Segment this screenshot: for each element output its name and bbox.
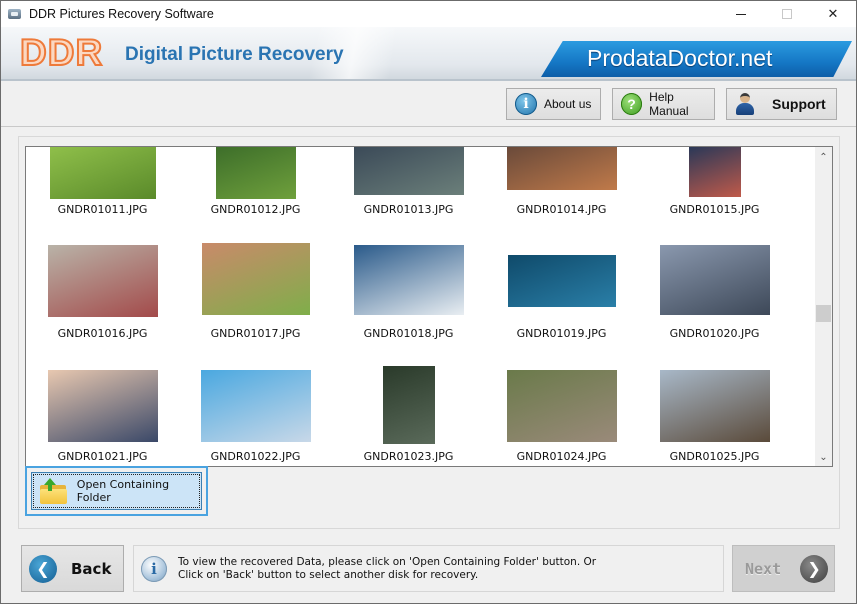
image-thumbnail[interactable]: [50, 147, 156, 199]
app-icon: [7, 7, 23, 21]
image-thumbnail[interactable]: [202, 243, 310, 315]
window-title: DDR Pictures Recovery Software: [29, 7, 214, 21]
chevron-down-icon: ⌄: [819, 452, 828, 463]
product-title: Digital Picture Recovery: [125, 44, 344, 65]
image-filename: GNDR01021.JPG: [57, 450, 148, 463]
chevron-left-icon: ❮: [29, 554, 57, 583]
image-thumbnail[interactable]: [216, 147, 296, 199]
minimize-button[interactable]: [718, 1, 764, 27]
image-thumbnail[interactable]: [48, 245, 158, 317]
maximize-icon: [782, 9, 792, 19]
image-thumbnail[interactable]: [507, 370, 617, 442]
minimize-icon: [736, 13, 746, 15]
help-manual-button[interactable]: ? Help Manual: [612, 88, 715, 120]
image-filename: GNDR01016.JPG: [57, 327, 148, 340]
brand-link[interactable]: ProdataDoctor.net: [587, 45, 772, 72]
info-message-box: i To view the recovered Data, please cli…: [133, 545, 724, 592]
support-button[interactable]: Support: [726, 88, 837, 120]
image-filename: GNDR01020.JPG: [669, 327, 760, 340]
about-us-button[interactable]: i About us: [506, 88, 601, 120]
image-thumbnail[interactable]: [508, 255, 616, 307]
image-filename: GNDR01022.JPG: [210, 450, 301, 463]
back-button[interactable]: ❮ Back: [21, 545, 124, 592]
help-manual-label: Help Manual: [649, 90, 689, 118]
banner-divider: [1, 79, 856, 81]
image-filename: GNDR01014.JPG: [516, 203, 607, 216]
image-filename: GNDR01019.JPG: [516, 327, 607, 340]
vertical-scrollbar[interactable]: ⌃ ⌄: [815, 147, 832, 466]
image-thumbnail[interactable]: [689, 147, 741, 197]
scrollbar-thumb[interactable]: [816, 305, 831, 322]
open-containing-folder-button[interactable]: Open Containing Folder: [25, 466, 208, 516]
image-thumbnail[interactable]: [354, 245, 464, 315]
question-icon: ?: [621, 93, 643, 115]
toolbar-divider: [1, 126, 856, 127]
app-window: DDR Pictures Recovery Software ✕ DDR Dig…: [0, 0, 857, 604]
image-thumbnail[interactable]: [507, 147, 617, 190]
next-label: Next: [745, 559, 782, 578]
image-filename: GNDR01017.JPG: [210, 327, 301, 340]
info-text-line-2: Click on 'Back' button to select another…: [178, 568, 479, 581]
image-filename: GNDR01012.JPG: [210, 203, 301, 216]
next-button[interactable]: Next ❯: [732, 545, 835, 592]
title-bar: DDR Pictures Recovery Software ✕: [1, 1, 856, 27]
image-thumbnail[interactable]: [48, 370, 158, 442]
scroll-up-button[interactable]: ⌃: [815, 149, 832, 166]
header-banner: DDR Digital Picture Recovery ProdataDoct…: [1, 27, 856, 81]
image-filename: GNDR01023.JPG: [363, 450, 454, 463]
ddr-logo: DDR: [19, 32, 104, 74]
info-icon: i: [141, 555, 167, 582]
image-thumbnail[interactable]: [660, 245, 770, 315]
chevron-right-icon: ❯: [800, 554, 829, 583]
image-filename: GNDR01025.JPG: [669, 450, 760, 463]
scroll-down-button[interactable]: ⌄: [815, 449, 832, 466]
image-filename: GNDR01018.JPG: [363, 327, 454, 340]
chevron-up-icon: ⌃: [819, 152, 828, 163]
about-us-label: About us: [544, 97, 592, 111]
support-person-icon: [736, 93, 754, 115]
image-filename: GNDR01013.JPG: [363, 203, 454, 216]
maximize-button[interactable]: [764, 1, 810, 27]
image-filename: GNDR01024.JPG: [516, 450, 607, 463]
image-thumbnail[interactable]: [354, 147, 464, 195]
back-label: Back: [71, 559, 112, 578]
image-thumbnail[interactable]: [201, 370, 311, 442]
close-button[interactable]: ✕: [810, 1, 856, 27]
image-filename: GNDR01011.JPG: [57, 203, 148, 216]
image-thumbnail[interactable]: [383, 366, 435, 444]
folder-open-icon: [40, 478, 67, 504]
recovered-images-grid[interactable]: GNDR01011.JPG GNDR01012.JPG GNDR01013.JPG G…: [25, 146, 833, 467]
info-text-line-1: To view the recovered Data, please click…: [178, 555, 597, 568]
close-icon: ✕: [827, 6, 839, 22]
image-thumbnail[interactable]: [660, 370, 770, 442]
info-icon: i: [515, 93, 537, 115]
support-label: Support: [772, 96, 826, 112]
image-filename: GNDR01015.JPG: [669, 203, 760, 216]
open-containing-folder-label: Open Containing Folder: [76, 478, 170, 504]
